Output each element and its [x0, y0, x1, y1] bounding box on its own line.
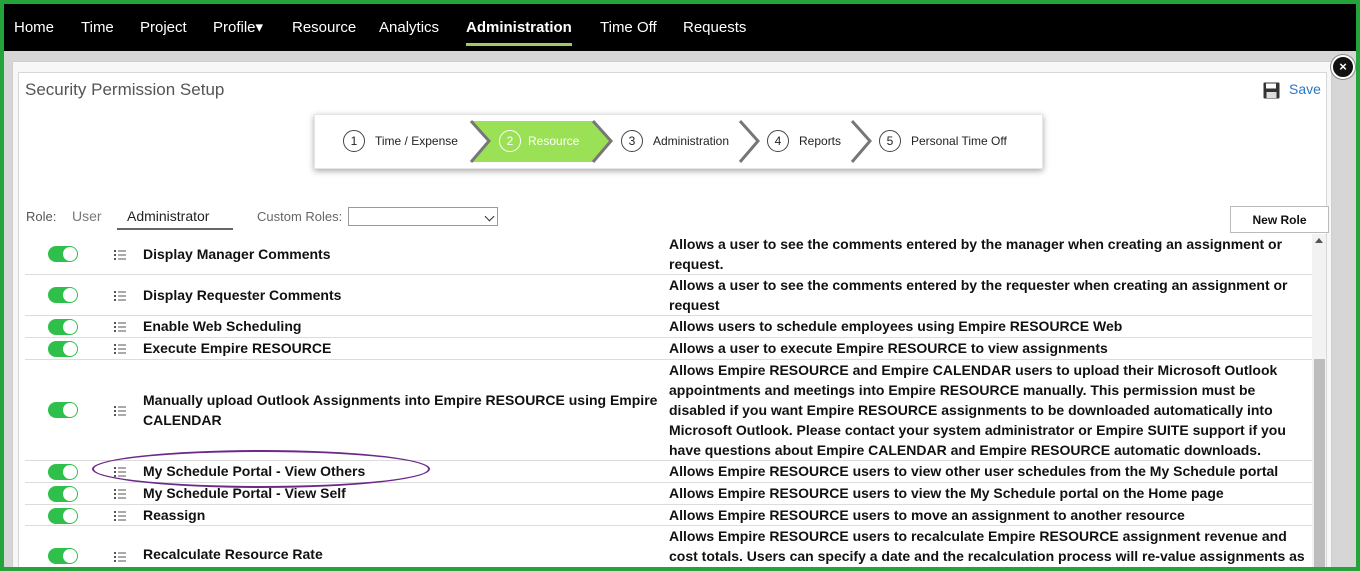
list-icon[interactable] [114, 249, 126, 261]
nav-time-off[interactable]: Time Off [600, 19, 657, 37]
top-nav: Home Time Project Profile▾ Resource Anal… [4, 4, 1356, 51]
permissions-table: Display Manager Comments Allows a user t… [25, 234, 1312, 567]
permission-toggle[interactable] [48, 402, 78, 418]
permission-name: Display Requester Comments [143, 287, 342, 303]
custom-roles-select[interactable] [348, 207, 498, 226]
list-icon[interactable] [114, 405, 126, 417]
nav-active-indicator [466, 43, 572, 46]
step-number: 2 [499, 130, 521, 152]
save-icon[interactable] [1263, 82, 1280, 99]
permission-description: Allows Empire RESOURCE users to view oth… [669, 463, 1279, 479]
app-window: Home Time Project Profile▾ Resource Anal… [0, 0, 1360, 571]
permission-description: Allows users to schedule employees using… [669, 318, 1123, 334]
table-row: Display Requester Comments Allows a user… [25, 275, 1312, 316]
step-label: Time / Expense [375, 134, 458, 148]
permission-name: Manually upload Outlook Assignments into… [143, 392, 658, 428]
save-button[interactable]: Save [1289, 81, 1321, 97]
nav-project[interactable]: Project [140, 19, 187, 37]
step-number: 5 [879, 130, 901, 152]
step-number: 3 [621, 130, 643, 152]
permission-name: Enable Web Scheduling [143, 318, 302, 334]
nav-administration[interactable]: Administration [466, 19, 572, 37]
table-row: Display Manager Comments Allows a user t… [25, 234, 1312, 275]
permission-description: Allows Empire RESOURCE and Empire CALEND… [669, 362, 1286, 458]
annotation-ellipse [92, 450, 430, 488]
list-icon[interactable] [114, 321, 126, 333]
role-label: Role: [26, 209, 57, 224]
chevron-down-icon [484, 211, 495, 222]
permission-description: Allows Empire RESOURCE users to recalcul… [669, 528, 1305, 564]
step-number: 1 [343, 130, 365, 152]
permission-toggle[interactable] [48, 287, 78, 303]
role-tab-active-indicator [117, 228, 233, 230]
custom-roles-label: Custom Roles: [257, 209, 343, 224]
permission-toggle[interactable] [48, 508, 78, 524]
scroll-thumb[interactable] [1314, 359, 1325, 567]
permission-description: Allows a user to see the comments entere… [669, 236, 1283, 272]
permission-name: Reassign [143, 507, 206, 523]
new-role-button[interactable]: New Role [1230, 206, 1329, 233]
role-tab-user[interactable]: User [72, 208, 102, 224]
list-icon[interactable] [114, 488, 126, 500]
permission-toggle[interactable] [48, 246, 78, 262]
permission-name: Recalculate Resource Rate [143, 546, 323, 562]
wizard-step-reports[interactable]: 4 Reports [755, 115, 855, 168]
permission-name: Display Manager Comments [143, 246, 331, 262]
table-row: Manually upload Outlook Assignments into… [25, 360, 1312, 461]
step-wizard: 1 Time / Expense 2 Resource 3 Administra… [314, 114, 1043, 169]
table-row: Execute Empire RESOURCE Allows a user to… [25, 338, 1312, 360]
nav-requests[interactable]: Requests [683, 19, 746, 37]
list-icon[interactable] [114, 290, 126, 302]
page-title: Security Permission Setup [25, 80, 225, 99]
step-label: Personal Time Off [911, 134, 1007, 148]
table-row: Recalculate Resource Rate Allows Empire … [25, 526, 1312, 567]
wizard-step-time-expense[interactable]: 1 Time / Expense [315, 115, 471, 168]
wizard-step-administration[interactable]: 3 Administration [605, 115, 745, 168]
nav-home[interactable]: Home [14, 19, 54, 37]
list-icon[interactable] [114, 510, 126, 522]
step-label: Resource [528, 134, 580, 148]
table-row: Reassign Allows Empire RESOURCE users to… [25, 505, 1312, 526]
permission-name: Execute Empire RESOURCE [143, 340, 332, 356]
wizard-step-personal-time-off[interactable]: 5 Personal Time Off [867, 115, 1037, 168]
permission-description: Allows Empire RESOURCE users to view the… [669, 485, 1224, 501]
permission-toggle[interactable] [48, 319, 78, 335]
permission-description: Allows a user to see the comments entere… [669, 277, 1288, 313]
scroll-up-icon[interactable] [1315, 238, 1323, 243]
role-tab-administrator[interactable]: Administrator [127, 208, 209, 224]
nav-resource[interactable]: Resource [292, 19, 356, 37]
list-icon[interactable] [114, 343, 126, 355]
nav-time[interactable]: Time [81, 19, 114, 37]
table-row: Enable Web Scheduling Allows users to sc… [25, 316, 1312, 338]
close-icon[interactable]: × [1331, 55, 1355, 79]
step-number: 4 [767, 130, 789, 152]
permission-description: Allows Empire RESOURCE users to move an … [669, 507, 1185, 523]
list-icon[interactable] [114, 551, 126, 563]
nav-analytics[interactable]: Analytics [379, 19, 439, 37]
step-label: Administration [653, 134, 730, 148]
permission-description: Allows a user to execute Empire RESOURCE… [669, 340, 1108, 356]
permission-toggle[interactable] [48, 341, 78, 357]
permission-toggle[interactable] [48, 548, 78, 564]
step-label: Reports [799, 134, 842, 148]
nav-profile[interactable]: Profile▾ [213, 19, 263, 37]
permission-toggle[interactable] [48, 486, 78, 502]
permission-toggle[interactable] [48, 464, 78, 480]
wizard-step-resource[interactable]: 2 Resource [471, 115, 601, 168]
